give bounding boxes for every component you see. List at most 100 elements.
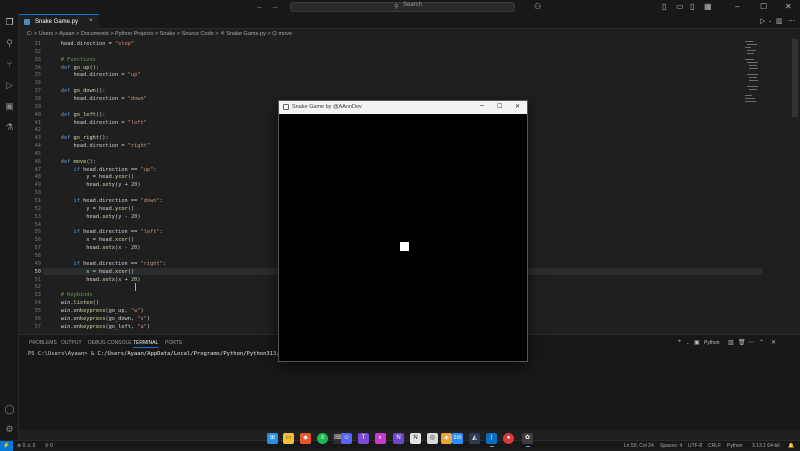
code-line[interactable]: head.direction = "up" <box>48 72 141 78</box>
code-line[interactable]: head.sety(y - 20) <box>48 214 140 220</box>
tab-snake-game[interactable]: Snake Game.py × <box>19 14 99 29</box>
tab-terminal[interactable]: TERMINAL <box>133 340 159 348</box>
new-terminal-icon[interactable]: + <box>678 339 682 345</box>
snake-window-close-icon[interactable]: ✕ <box>515 103 520 110</box>
back-arrow-icon[interactable]: ← <box>256 2 264 11</box>
tab-problems[interactable]: PROBLEMS <box>29 340 57 346</box>
discord-icon[interactable]: ☺ <box>341 433 352 444</box>
teams-icon[interactable]: T <box>358 433 369 444</box>
breadcrumb[interactable]: C: > Users > Ayaan > Documents > Python … <box>19 29 800 39</box>
window-close-icon[interactable]: ✕ <box>785 2 792 11</box>
file-explorer-icon[interactable]: ▭ <box>283 433 294 444</box>
code-line[interactable]: head.direction = "down" <box>48 96 147 102</box>
kill-terminal-icon[interactable]: 🗑 <box>738 339 746 346</box>
terminal-shell-label[interactable]: Python <box>704 340 720 346</box>
windows-start-icon[interactable]: ⊞ <box>267 433 278 444</box>
more-actions-icon[interactable]: ⋯ <box>788 17 795 25</box>
code-line[interactable]: x = head.xcor() <box>48 269 134 275</box>
code-line[interactable]: if head.direction == "left": <box>48 229 163 235</box>
editor-scrollbar[interactable] <box>792 39 798 117</box>
settings-gear-icon[interactable]: ⚙ <box>4 424 15 435</box>
indentation[interactable]: Spaces: 4 <box>660 443 682 449</box>
tab-debug-console[interactable]: DEBUG CONSOLE <box>88 340 132 346</box>
split-editor-icon[interactable]: ▥ <box>776 17 783 25</box>
code-line[interactable]: win.onkeypress(go_up, "w") <box>48 308 144 314</box>
code-line[interactable]: win.onkeypress(go_left, "a") <box>48 324 150 330</box>
code-line[interactable]: if head.direction == "down": <box>48 198 163 204</box>
code-line[interactable]: def move(): <box>48 159 96 165</box>
layout-secondary-icon[interactable]: ▯ <box>690 2 694 11</box>
brave-browser-icon[interactable]: ◆ <box>300 433 311 444</box>
code-line[interactable]: if head.direction == "right": <box>48 261 167 267</box>
source-control-icon[interactable]: ⑂ <box>4 59 15 70</box>
code-line[interactable]: win.onkeypress(go_down, "s") <box>48 316 150 322</box>
zoom-icon[interactable]: zm <box>452 433 463 444</box>
code-line[interactable]: x = head.xcor() <box>48 237 134 243</box>
extensions-icon[interactable]: ▣ <box>4 101 15 112</box>
code-line[interactable]: def go_right(): <box>48 135 109 141</box>
stack-app-icon[interactable]: ◈ <box>441 433 452 444</box>
copilot-icon[interactable]: ⚇ <box>534 2 541 11</box>
line-ending[interactable]: CRLF <box>708 443 721 449</box>
app-icon-3[interactable]: ◭ <box>469 433 480 444</box>
encoding[interactable]: UTF-8 <box>688 443 702 449</box>
notion-icon[interactable]: N <box>410 433 421 444</box>
run-python-icon[interactable]: ▷ <box>760 17 765 25</box>
command-center-search[interactable]: ⚲ Search <box>290 2 515 12</box>
layout-sidebar-icon[interactable]: ▯ <box>662 2 666 11</box>
app-icon[interactable]: ◐ <box>375 433 386 444</box>
layout-panel-icon[interactable]: ▭ <box>676 2 684 11</box>
terminal-output[interactable]: PS C:\Users\Ayaan> & C:/Users/Ayaan/AppD… <box>28 351 313 357</box>
language-mode[interactable]: Python <box>727 443 743 449</box>
split-terminal-icon[interactable]: ▥ <box>728 339 734 346</box>
snake-game-window[interactable]: Snake Game by @AAnnDev – ☐ ✕ <box>278 100 528 362</box>
explorer-icon[interactable]: ❐ <box>4 17 15 28</box>
window-maximize-icon[interactable]: ☐ <box>760 2 767 11</box>
code-line[interactable]: head.sety(y + 20) <box>48 182 140 188</box>
close-panel-icon[interactable]: ✕ <box>771 339 776 346</box>
cursor-position[interactable]: Ln 50, Col 24 <box>624 443 654 449</box>
tab-output[interactable]: OUTPUT <box>61 340 82 346</box>
close-tab-icon[interactable]: × <box>89 18 93 24</box>
snake-game-titlebar[interactable]: Snake Game by @AAnnDev – ☐ ✕ <box>279 101 527 114</box>
code-line[interactable]: head.direction = "stop" <box>48 41 134 47</box>
code-line[interactable]: win.listen() <box>48 300 99 306</box>
app-icon-2[interactable]: ◎ <box>427 433 438 444</box>
python-interpreter[interactable]: 3.13.1 64-bit <box>752 443 780 449</box>
ports-count[interactable]: ⚲ 0 <box>45 443 53 449</box>
code-line[interactable]: def go_down(): <box>48 88 106 94</box>
forward-arrow-icon[interactable]: → <box>271 2 279 11</box>
code-line[interactable]: def go_left(): <box>48 112 106 118</box>
code-line[interactable]: head.setx(x - 20) <box>48 245 140 251</box>
maximize-panel-icon[interactable]: ⌃ <box>759 339 764 346</box>
code-line[interactable]: y = head.ycor() <box>48 206 134 212</box>
code-line[interactable]: # Functions <box>48 57 96 63</box>
search-icon[interactable]: ⚲ <box>4 38 15 49</box>
code-line[interactable]: head.setx(x + 20) <box>48 277 140 283</box>
problems-count[interactable]: ⊗ 0 ⚠ 0 <box>17 443 35 449</box>
app-icon-4[interactable]: ● <box>503 433 514 444</box>
customize-layout-icon[interactable]: ▦ <box>704 2 712 11</box>
snake-window-minimize-icon[interactable]: – <box>480 102 484 109</box>
notifications-bell-icon[interactable]: 🔔 <box>788 443 794 449</box>
code-line[interactable]: # Keybinds <box>48 292 93 298</box>
minimap[interactable] <box>745 39 759 119</box>
python-turtle-taskbar-icon[interactable]: ✿ <box>522 433 533 444</box>
code-line[interactable]: if head.direction == "up": <box>48 167 157 173</box>
code-line[interactable]: head.direction = "right" <box>48 143 151 149</box>
snake-window-maximize-icon[interactable]: ☐ <box>497 103 502 110</box>
run-dropdown-chevron-icon[interactable]: ⌄ <box>768 18 772 24</box>
run-debug-icon[interactable]: ▷ <box>4 80 15 91</box>
spotify-icon[interactable]: ≡ <box>317 433 328 444</box>
code-line[interactable]: head.direction = "left" <box>48 120 147 126</box>
code-line[interactable]: def go_up(): <box>48 65 99 71</box>
more-actions-icon[interactable]: ⋯ <box>748 339 754 346</box>
vscode-icon[interactable]: ⟩ <box>486 433 497 444</box>
terminal-dropdown-chevron-icon[interactable]: ⌄ <box>686 340 689 345</box>
tab-ports[interactable]: PORTS <box>165 340 182 346</box>
account-icon[interactable]: ◯ <box>4 404 15 415</box>
testing-icon[interactable]: ⚗ <box>4 122 15 133</box>
window-minimize-icon[interactable]: – <box>735 2 739 11</box>
onenote-icon[interactable]: N <box>393 433 404 444</box>
code-line[interactable]: y = head.ycor() <box>48 174 134 180</box>
